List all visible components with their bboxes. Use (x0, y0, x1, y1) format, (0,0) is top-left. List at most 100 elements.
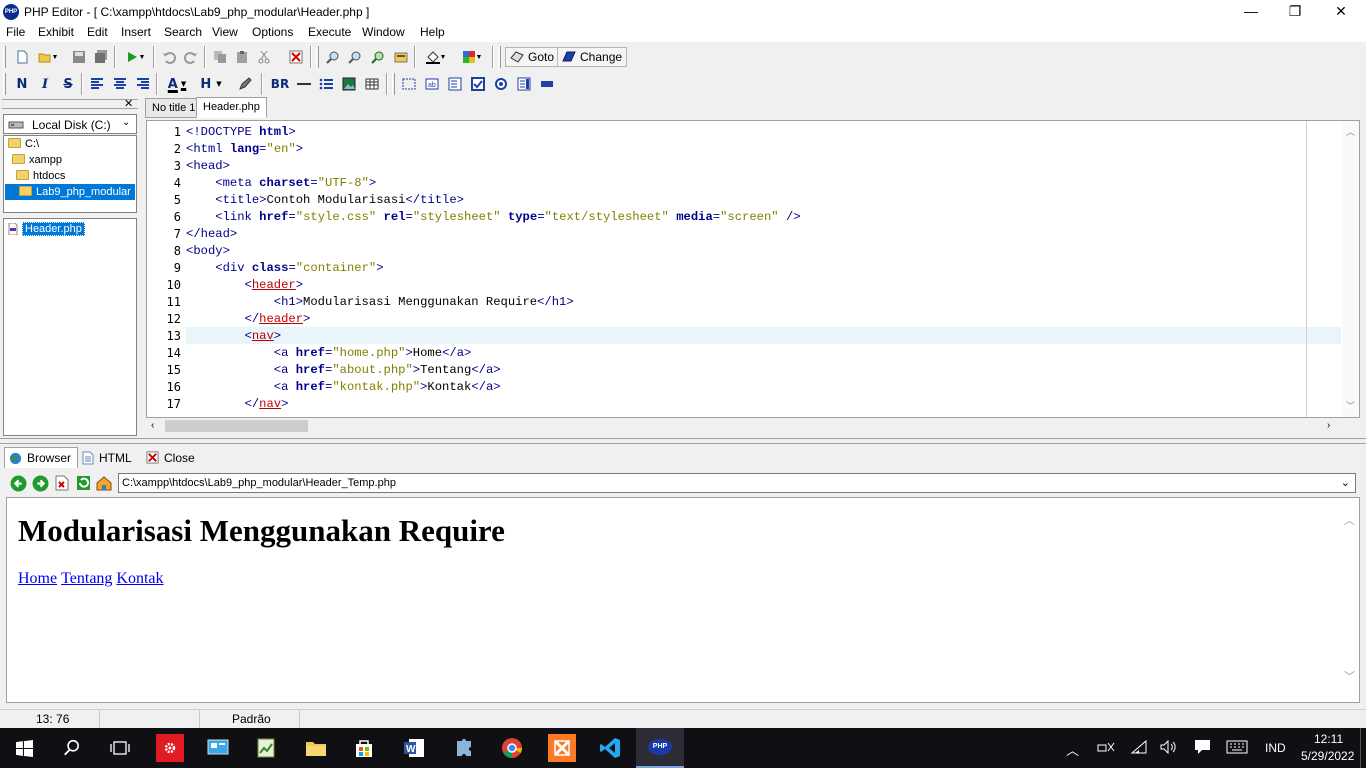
show-desktop-button[interactable] (1360, 728, 1361, 768)
file-item-header[interactable]: Header.php (8, 222, 85, 236)
menu-file[interactable]: File (6, 25, 25, 39)
menu-search[interactable]: Search (164, 25, 202, 39)
code-line[interactable]: <head> (186, 158, 230, 175)
menu-options[interactable]: Options (252, 25, 293, 39)
address-bar-input[interactable]: C:\xampp\htdocs\Lab9_php_modular\Header_… (118, 473, 1356, 493)
folder-item-lab9[interactable]: Lab9_php_modular (5, 184, 135, 200)
color-picker-button[interactable]: ▼ (456, 47, 488, 67)
code-line[interactable]: <a href="home.php">Home</a> (186, 345, 472, 362)
toolbar-grip-4[interactable] (3, 73, 6, 95)
preview-link-home[interactable]: Home (18, 570, 57, 587)
back-button[interactable] (8, 473, 28, 493)
radio-button-tool[interactable] (491, 74, 511, 94)
code-line[interactable]: <header> (186, 277, 304, 294)
submit-button-tool[interactable] (537, 74, 557, 94)
taskbar-app-vscode[interactable] (596, 734, 624, 762)
menu-exhibit[interactable]: Exhibit (38, 25, 74, 39)
search-button[interactable] (58, 734, 86, 762)
font-color-button[interactable]: A ▼ (162, 74, 192, 94)
address-dropdown-icon[interactable]: ⌄ (1341, 474, 1350, 492)
preview-link-kontak[interactable]: Kontak (116, 570, 163, 587)
code-line[interactable]: <link href="style.css" rel="stylesheet" … (186, 209, 800, 226)
menu-edit[interactable]: Edit (87, 25, 108, 39)
find-next-button[interactable] (345, 47, 365, 67)
tab-header-php[interactable]: Header.php (196, 97, 267, 118)
toggle-bookmark-button[interactable] (391, 47, 411, 67)
change-button[interactable]: Change (557, 47, 628, 67)
editor-vertical-scrollbar[interactable]: ︿ ﹀ (1342, 121, 1359, 417)
drive-select[interactable]: Local Disk (C:) ⌄ (3, 114, 137, 134)
taskbar-app-chart[interactable] (252, 734, 280, 762)
code-line[interactable]: <div class="container"> (186, 260, 383, 277)
code-line[interactable]: <body> (186, 243, 230, 260)
goto-button[interactable]: Goto (505, 47, 560, 67)
editor-horizontal-scrollbar[interactable]: ‹ › (146, 418, 1360, 435)
delete-button[interactable] (286, 47, 306, 67)
code-line[interactable]: <a href="about.php">Tentang</a> (186, 362, 501, 379)
horizontal-scroll-thumb[interactable] (165, 420, 308, 432)
forward-button[interactable] (30, 473, 50, 493)
code-line[interactable]: <html lang="en"> (186, 141, 303, 158)
image-button[interactable] (339, 74, 359, 94)
scroll-up-icon[interactable]: ︿ (1346, 125, 1355, 138)
refresh-button[interactable] (73, 473, 93, 493)
link-button[interactable] (235, 74, 255, 94)
folder-item-htdocs[interactable]: htdocs (16, 168, 65, 184)
toolbar-grip[interactable] (3, 46, 6, 68)
toolbar-grip-2[interactable] (316, 46, 319, 68)
tab-browser[interactable]: Browser (4, 447, 79, 468)
taskbar-app-xampp[interactable] (548, 734, 576, 762)
align-right-button[interactable] (133, 74, 153, 94)
taskbar-app-store[interactable] (350, 734, 378, 762)
code-editor[interactable]: 1 2 3 4 5 6 7 8 9 10 11 12 13 14 15 16 17 <!DOCTYPE html… (146, 120, 1360, 418)
taskbar-app-php-editor[interactable]: PHP (636, 728, 684, 768)
taskbar-app-word[interactable]: W (400, 734, 428, 762)
scroll-down-icon[interactable]: ﹀ (1346, 399, 1355, 412)
input-language[interactable]: IND (1265, 741, 1286, 755)
highlight-button[interactable]: ▼ (420, 47, 452, 67)
tab-html[interactable]: HTML (78, 447, 138, 468)
run-button[interactable]: ▼ (121, 47, 149, 67)
menu-window[interactable]: Window (362, 25, 405, 39)
strikethrough-button[interactable]: S (58, 74, 78, 94)
preview-link-tentang[interactable]: Tentang (61, 570, 112, 587)
tab-no-title-1[interactable]: No title 1 (145, 98, 203, 118)
checkbox-button[interactable] (468, 74, 488, 94)
toolbar-grip-5[interactable] (392, 73, 395, 95)
browser-scroll-down-icon[interactable]: ﹀ (1344, 668, 1355, 684)
minimize-button[interactable]: — (1228, 0, 1274, 23)
menu-insert[interactable]: Insert (121, 25, 151, 39)
paste-button[interactable] (232, 47, 252, 67)
table-button[interactable] (362, 74, 382, 94)
taskbar-app-file-explorer[interactable] (302, 734, 330, 762)
select-button[interactable] (514, 74, 534, 94)
code-line[interactable]: <h1>Modularisasi Menggunakan Require</h1… (186, 294, 574, 311)
code-line[interactable]: <a href="kontak.php">Kontak</a> (186, 379, 501, 396)
align-left-button[interactable] (87, 74, 107, 94)
stop-button[interactable] (52, 473, 72, 493)
start-button[interactable] (10, 734, 38, 762)
align-center-button[interactable] (110, 74, 130, 94)
italic-button[interactable]: I (35, 74, 55, 94)
tab-close[interactable]: Close (142, 447, 201, 468)
horizontal-rule-button[interactable] (294, 74, 314, 94)
menu-view[interactable]: View (212, 25, 238, 39)
bold-button[interactable]: N (12, 74, 32, 94)
scroll-right-icon[interactable]: › (1327, 420, 1330, 431)
scroll-left-icon[interactable]: ‹ (151, 420, 154, 431)
taskbar-app-puzzle[interactable] (450, 734, 478, 762)
text-field-button[interactable]: ab (422, 74, 442, 94)
list-button[interactable] (316, 74, 336, 94)
code-line[interactable]: </nav> (186, 396, 289, 413)
network-icon[interactable] (1097, 740, 1115, 757)
task-view-button[interactable] (106, 734, 134, 762)
browser-scroll-up-icon[interactable]: ︿ (1344, 512, 1355, 528)
save-all-button[interactable] (91, 47, 111, 67)
notifications-icon[interactable] (1194, 739, 1211, 758)
line-break-button[interactable]: BR (268, 74, 292, 94)
home-button[interactable] (94, 473, 114, 493)
wifi-icon[interactable] (1130, 739, 1148, 757)
folder-item-xampp[interactable]: xampp (12, 152, 62, 168)
open-file-button[interactable]: ▼ (34, 47, 62, 67)
code-line[interactable]: </header> (186, 311, 311, 328)
